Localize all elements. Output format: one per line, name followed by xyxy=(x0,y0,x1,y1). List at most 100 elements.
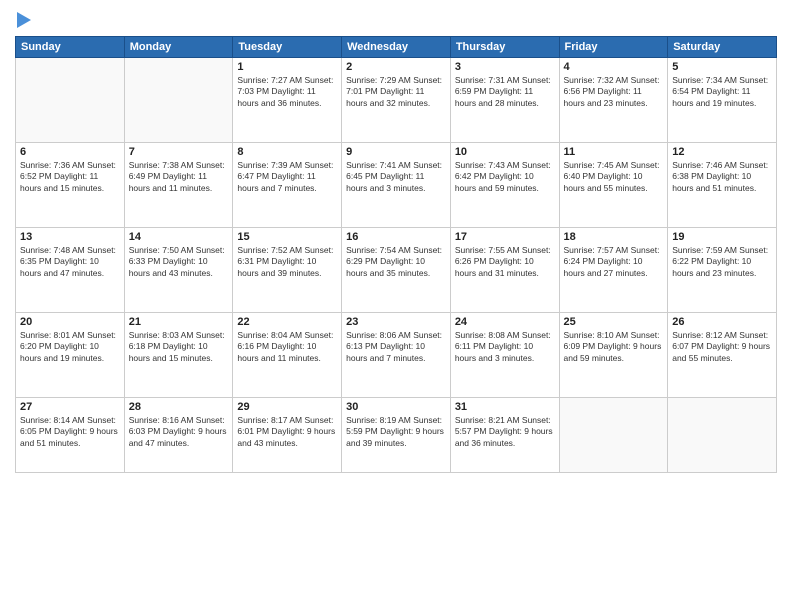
day-info: Sunrise: 7:48 AM Sunset: 6:35 PM Dayligh… xyxy=(20,245,120,279)
day-info: Sunrise: 7:38 AM Sunset: 6:49 PM Dayligh… xyxy=(129,160,229,194)
day-cell: 17 Sunrise: 7:55 AM Sunset: 6:26 PM Dayli… xyxy=(450,228,559,313)
day-cell: 11 Sunrise: 7:45 AM Sunset: 6:40 PM Dayli… xyxy=(559,143,668,228)
day-info: Sunrise: 8:06 AM Sunset: 6:13 PM Dayligh… xyxy=(346,330,446,364)
day-info: Sunrise: 8:19 AM Sunset: 5:59 PM Dayligh… xyxy=(346,415,446,449)
day-cell xyxy=(124,58,233,143)
day-cell xyxy=(668,398,777,473)
day-number: 31 xyxy=(455,401,555,413)
day-info: Sunrise: 8:10 AM Sunset: 6:09 PM Dayligh… xyxy=(564,330,664,364)
day-number: 17 xyxy=(455,231,555,243)
day-number: 28 xyxy=(129,401,229,413)
page: SundayMondayTuesdayWednesdayThursdayFrid… xyxy=(0,0,792,612)
day-number: 12 xyxy=(672,146,772,158)
day-cell: 31Sunrise: 8:21 AM Sunset: 5:57 PM Dayli… xyxy=(450,398,559,473)
day-cell: 15 Sunrise: 7:52 AM Sunset: 6:31 PM Dayli… xyxy=(233,228,342,313)
day-number: 2 xyxy=(346,61,446,73)
calendar-header: SundayMondayTuesdayWednesdayThursdayFrid… xyxy=(16,37,777,58)
day-cell: 2 Sunrise: 7:29 AM Sunset: 7:01 PM Daylig… xyxy=(342,58,451,143)
day-number: 25 xyxy=(564,316,664,328)
day-cell: 3Sunrise: 7:31 AM Sunset: 6:59 PM Daylig… xyxy=(450,58,559,143)
day-cell: 7 Sunrise: 7:38 AM Sunset: 6:49 PM Daylig… xyxy=(124,143,233,228)
day-cell: 6Sunrise: 7:36 AM Sunset: 6:52 PM Daylig… xyxy=(16,143,125,228)
header-cell-wednesday: Wednesday xyxy=(342,37,451,58)
header-cell-monday: Monday xyxy=(124,37,233,58)
day-number: 22 xyxy=(237,316,337,328)
day-info: Sunrise: 8:17 AM Sunset: 6:01 PM Dayligh… xyxy=(237,415,337,449)
day-info: Sunrise: 7:27 AM Sunset: 7:03 PM Dayligh… xyxy=(237,75,337,109)
header-cell-thursday: Thursday xyxy=(450,37,559,58)
day-cell: 10Sunrise: 7:43 AM Sunset: 6:42 PM Dayli… xyxy=(450,143,559,228)
day-cell: 24 Sunrise: 8:08 AM Sunset: 6:11 PM Dayli… xyxy=(450,313,559,398)
day-number: 5 xyxy=(672,61,772,73)
day-cell: 20 Sunrise: 8:01 AM Sunset: 6:20 PM Dayli… xyxy=(16,313,125,398)
day-cell xyxy=(559,398,668,473)
logo xyxy=(15,10,31,28)
day-info: Sunrise: 8:08 AM Sunset: 6:11 PM Dayligh… xyxy=(455,330,555,364)
day-info: Sunrise: 8:01 AM Sunset: 6:20 PM Dayligh… xyxy=(20,330,120,364)
day-info: Sunrise: 7:54 AM Sunset: 6:29 PM Dayligh… xyxy=(346,245,446,279)
week-row-1: 1 Sunrise: 7:27 AM Sunset: 7:03 PM Daylig… xyxy=(16,58,777,143)
day-cell: 29 Sunrise: 8:17 AM Sunset: 6:01 PM Dayli… xyxy=(233,398,342,473)
day-number: 18 xyxy=(564,231,664,243)
day-info: Sunrise: 7:39 AM Sunset: 6:47 PM Dayligh… xyxy=(237,160,337,194)
day-cell: 13 Sunrise: 7:48 AM Sunset: 6:35 PM Dayli… xyxy=(16,228,125,313)
day-cell: 28 Sunrise: 8:16 AM Sunset: 6:03 PM Dayli… xyxy=(124,398,233,473)
day-number: 16 xyxy=(346,231,446,243)
day-info: Sunrise: 7:55 AM Sunset: 6:26 PM Dayligh… xyxy=(455,245,555,279)
header-cell-tuesday: Tuesday xyxy=(233,37,342,58)
day-info: Sunrise: 7:32 AM Sunset: 6:56 PM Dayligh… xyxy=(564,75,664,109)
day-number: 11 xyxy=(564,146,664,158)
day-number: 30 xyxy=(346,401,446,413)
day-cell: 21 Sunrise: 8:03 AM Sunset: 6:18 PM Dayli… xyxy=(124,313,233,398)
day-info: Sunrise: 7:34 AM Sunset: 6:54 PM Dayligh… xyxy=(672,75,772,109)
day-info: Sunrise: 7:36 AM Sunset: 6:52 PM Dayligh… xyxy=(20,160,120,194)
day-number: 8 xyxy=(237,146,337,158)
day-cell: 14 Sunrise: 7:50 AM Sunset: 6:33 PM Dayli… xyxy=(124,228,233,313)
day-info: Sunrise: 8:16 AM Sunset: 6:03 PM Dayligh… xyxy=(129,415,229,449)
day-info: Sunrise: 7:59 AM Sunset: 6:22 PM Dayligh… xyxy=(672,245,772,279)
day-number: 1 xyxy=(237,61,337,73)
day-info: Sunrise: 7:46 AM Sunset: 6:38 PM Dayligh… xyxy=(672,160,772,194)
day-number: 4 xyxy=(564,61,664,73)
week-row-2: 6Sunrise: 7:36 AM Sunset: 6:52 PM Daylig… xyxy=(16,143,777,228)
day-info: Sunrise: 7:43 AM Sunset: 6:42 PM Dayligh… xyxy=(455,160,555,194)
day-number: 29 xyxy=(237,401,337,413)
day-number: 21 xyxy=(129,316,229,328)
header-cell-friday: Friday xyxy=(559,37,668,58)
day-info: Sunrise: 8:12 AM Sunset: 6:07 PM Dayligh… xyxy=(672,330,772,364)
day-info: Sunrise: 7:29 AM Sunset: 7:01 PM Dayligh… xyxy=(346,75,446,109)
day-cell xyxy=(16,58,125,143)
header-cell-saturday: Saturday xyxy=(668,37,777,58)
day-cell: 5 Sunrise: 7:34 AM Sunset: 6:54 PM Daylig… xyxy=(668,58,777,143)
day-info: Sunrise: 8:03 AM Sunset: 6:18 PM Dayligh… xyxy=(129,330,229,364)
day-number: 24 xyxy=(455,316,555,328)
day-info: Sunrise: 8:04 AM Sunset: 6:16 PM Dayligh… xyxy=(237,330,337,364)
day-number: 7 xyxy=(129,146,229,158)
day-cell: 9 Sunrise: 7:41 AM Sunset: 6:45 PM Daylig… xyxy=(342,143,451,228)
day-cell: 26Sunrise: 8:12 AM Sunset: 6:07 PM Dayli… xyxy=(668,313,777,398)
day-number: 13 xyxy=(20,231,120,243)
day-cell: 16 Sunrise: 7:54 AM Sunset: 6:29 PM Dayli… xyxy=(342,228,451,313)
day-cell: 27Sunrise: 8:14 AM Sunset: 6:05 PM Dayli… xyxy=(16,398,125,473)
day-number: 9 xyxy=(346,146,446,158)
day-number: 23 xyxy=(346,316,446,328)
calendar-table: SundayMondayTuesdayWednesdayThursdayFrid… xyxy=(15,36,777,473)
day-cell: 8 Sunrise: 7:39 AM Sunset: 6:47 PM Daylig… xyxy=(233,143,342,228)
logo-arrow-icon xyxy=(17,12,31,28)
day-number: 19 xyxy=(672,231,772,243)
day-info: Sunrise: 8:14 AM Sunset: 6:05 PM Dayligh… xyxy=(20,415,120,449)
day-info: Sunrise: 7:52 AM Sunset: 6:31 PM Dayligh… xyxy=(237,245,337,279)
day-number: 14 xyxy=(129,231,229,243)
day-info: Sunrise: 7:45 AM Sunset: 6:40 PM Dayligh… xyxy=(564,160,664,194)
day-cell: 30 Sunrise: 8:19 AM Sunset: 5:59 PM Dayli… xyxy=(342,398,451,473)
header-cell-sunday: Sunday xyxy=(16,37,125,58)
day-number: 20 xyxy=(20,316,120,328)
calendar-body: 1 Sunrise: 7:27 AM Sunset: 7:03 PM Daylig… xyxy=(16,58,777,473)
week-row-3: 13 Sunrise: 7:48 AM Sunset: 6:35 PM Dayli… xyxy=(16,228,777,313)
day-info: Sunrise: 7:41 AM Sunset: 6:45 PM Dayligh… xyxy=(346,160,446,194)
day-cell: 25 Sunrise: 8:10 AM Sunset: 6:09 PM Dayli… xyxy=(559,313,668,398)
day-cell: 12 Sunrise: 7:46 AM Sunset: 6:38 PM Dayli… xyxy=(668,143,777,228)
day-number: 15 xyxy=(237,231,337,243)
day-cell: 23 Sunrise: 8:06 AM Sunset: 6:13 PM Dayli… xyxy=(342,313,451,398)
day-info: Sunrise: 7:50 AM Sunset: 6:33 PM Dayligh… xyxy=(129,245,229,279)
